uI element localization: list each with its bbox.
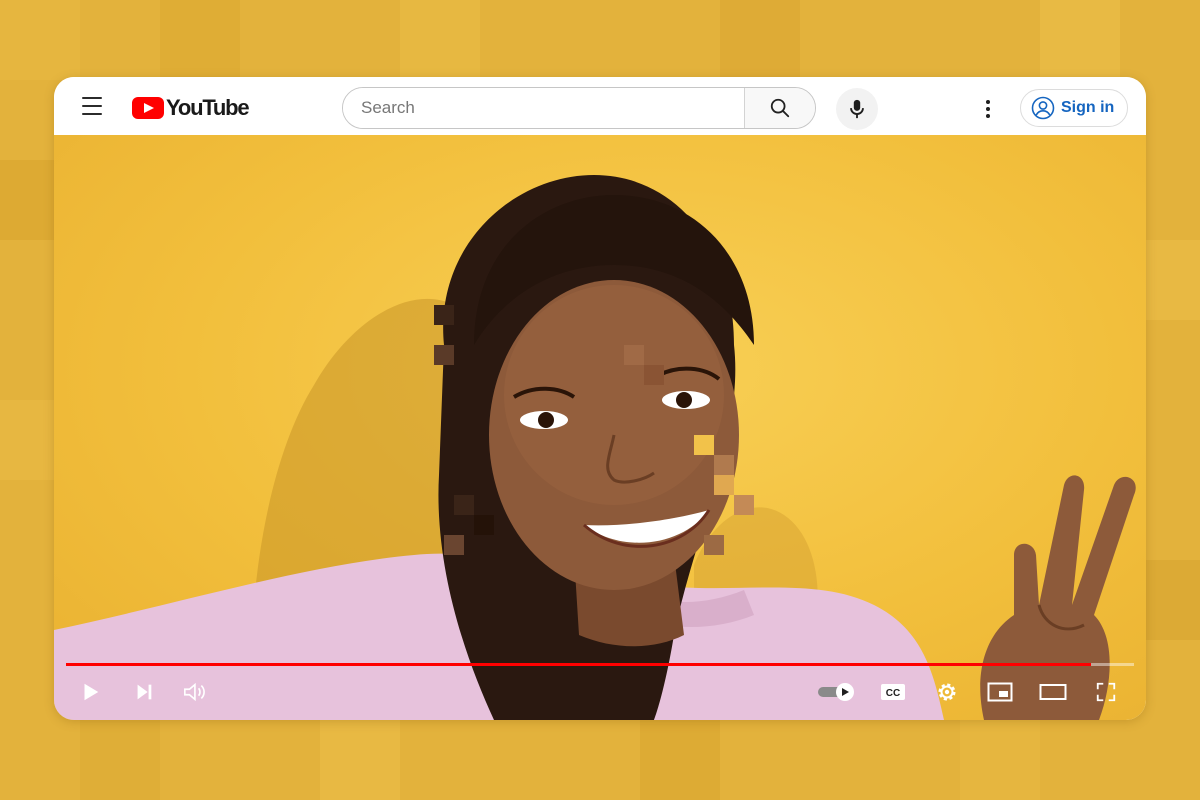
miniplayer-button[interactable] [984, 676, 1016, 708]
browser-window: YouTube Search Sign in CC [54, 77, 1146, 720]
play-icon [84, 683, 99, 701]
volume-button[interactable] [178, 676, 210, 708]
settings-button[interactable] [932, 676, 962, 708]
search-input[interactable] [343, 88, 744, 128]
youtube-logo[interactable]: YouTube [132, 95, 250, 120]
autoplay-toggle[interactable] [816, 676, 858, 708]
microphone-icon [850, 99, 864, 119]
subtitles-icon: CC [881, 684, 905, 700]
settings-icon [938, 683, 956, 701]
theater-mode-icon [1039, 684, 1067, 700]
search-icon [770, 98, 790, 118]
voice-search-button[interactable] [836, 88, 878, 130]
play-button[interactable] [74, 676, 106, 708]
more-options-button[interactable] [974, 93, 1002, 125]
logo-text: YouTube [166, 95, 250, 120]
menu-icon-bar [82, 113, 102, 115]
menu-button[interactable] [76, 94, 108, 118]
miniplayer-icon [987, 682, 1013, 702]
search-bar [342, 87, 816, 129]
search-button[interactable] [744, 88, 815, 128]
video-frame [54, 175, 1136, 720]
menu-icon-bar [82, 97, 102, 99]
player-controls: CC [54, 676, 1146, 716]
volume-icon [184, 682, 205, 702]
dot [986, 114, 990, 118]
dot [986, 107, 990, 111]
account-icon [1031, 96, 1055, 120]
video-player[interactable]: CC [54, 135, 1146, 720]
fullscreen-button[interactable] [1090, 676, 1122, 708]
dot [986, 100, 990, 104]
sign-in-label: Sign in [1061, 99, 1115, 116]
next-icon [137, 684, 152, 700]
top-bar: YouTube Search Sign in [54, 77, 1146, 135]
youtube-play-icon [132, 97, 164, 119]
fullscreen-icon [1096, 682, 1116, 702]
subtitles-button[interactable]: CC [878, 676, 908, 708]
theater-mode-button[interactable] [1036, 676, 1070, 708]
progress-bar[interactable] [66, 663, 1134, 666]
subtitles-label: CC [886, 688, 900, 699]
menu-icon-bar [82, 105, 102, 107]
autoplay-toggle-icon [818, 683, 854, 701]
next-button[interactable] [128, 676, 160, 708]
sign-in-button[interactable]: Sign in [1020, 89, 1128, 127]
progress-played [66, 663, 1092, 666]
